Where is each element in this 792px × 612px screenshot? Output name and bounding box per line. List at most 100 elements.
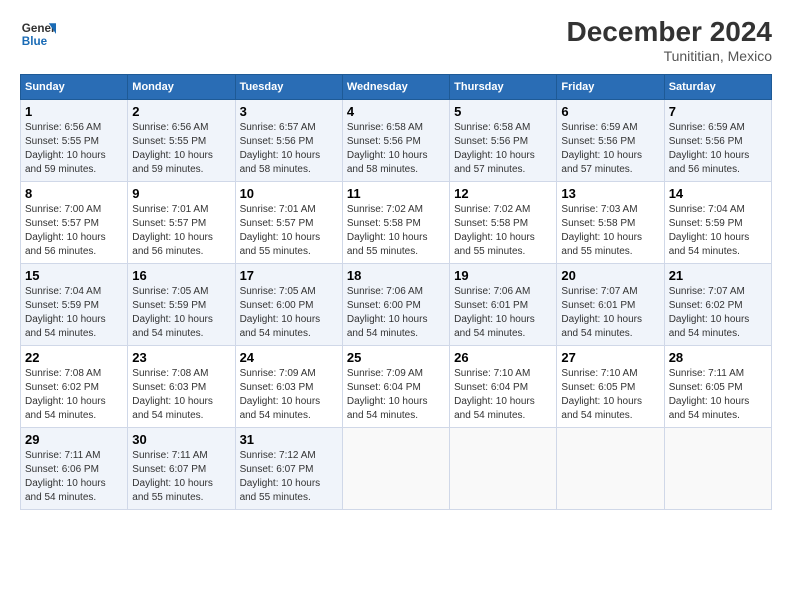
calendar-table: Sunday Monday Tuesday Wednesday Thursday…	[20, 74, 772, 510]
day-number: 21	[669, 268, 767, 283]
day-info: Sunrise: 7:11 AMSunset: 6:07 PMDaylight:…	[132, 450, 213, 503]
table-row	[557, 428, 664, 510]
day-info: Sunrise: 7:04 AMSunset: 5:59 PMDaylight:…	[669, 204, 750, 257]
day-number: 25	[347, 350, 445, 365]
table-row: 2 Sunrise: 6:56 AMSunset: 5:55 PMDayligh…	[128, 100, 235, 182]
col-wednesday: Wednesday	[342, 75, 449, 100]
day-number: 22	[25, 350, 123, 365]
day-number: 28	[669, 350, 767, 365]
day-info: Sunrise: 7:08 AMSunset: 6:02 PMDaylight:…	[25, 368, 106, 421]
col-monday: Monday	[128, 75, 235, 100]
day-info: Sunrise: 6:56 AMSunset: 5:55 PMDaylight:…	[132, 122, 213, 175]
table-row: 21 Sunrise: 7:07 AMSunset: 6:02 PMDaylig…	[664, 264, 771, 346]
day-number: 5	[454, 104, 552, 119]
day-info: Sunrise: 7:07 AMSunset: 6:02 PMDaylight:…	[669, 286, 750, 339]
day-number: 13	[561, 186, 659, 201]
day-info: Sunrise: 7:06 AMSunset: 6:01 PMDaylight:…	[454, 286, 535, 339]
title-area: December 2024 Tunititian, Mexico	[567, 16, 772, 64]
col-thursday: Thursday	[450, 75, 557, 100]
table-row: 5 Sunrise: 6:58 AMSunset: 5:56 PMDayligh…	[450, 100, 557, 182]
col-friday: Friday	[557, 75, 664, 100]
main-title: December 2024	[567, 16, 772, 48]
table-row: 11 Sunrise: 7:02 AMSunset: 5:58 PMDaylig…	[342, 182, 449, 264]
day-number: 15	[25, 268, 123, 283]
table-row: 1 Sunrise: 6:56 AMSunset: 5:55 PMDayligh…	[21, 100, 128, 182]
header: General Blue December 2024 Tunititian, M…	[20, 16, 772, 64]
calendar-week-row: 22 Sunrise: 7:08 AMSunset: 6:02 PMDaylig…	[21, 346, 772, 428]
page: General Blue December 2024 Tunititian, M…	[0, 0, 792, 522]
day-number: 9	[132, 186, 230, 201]
subtitle: Tunititian, Mexico	[567, 48, 772, 64]
logo-icon: General Blue	[20, 16, 56, 52]
calendar-week-row: 1 Sunrise: 6:56 AMSunset: 5:55 PMDayligh…	[21, 100, 772, 182]
logo: General Blue	[20, 16, 56, 52]
table-row	[342, 428, 449, 510]
day-info: Sunrise: 7:11 AMSunset: 6:05 PMDaylight:…	[669, 368, 750, 421]
day-number: 12	[454, 186, 552, 201]
day-number: 6	[561, 104, 659, 119]
table-row: 7 Sunrise: 6:59 AMSunset: 5:56 PMDayligh…	[664, 100, 771, 182]
day-info: Sunrise: 6:57 AMSunset: 5:56 PMDaylight:…	[240, 122, 321, 175]
table-row: 27 Sunrise: 7:10 AMSunset: 6:05 PMDaylig…	[557, 346, 664, 428]
table-row: 24 Sunrise: 7:09 AMSunset: 6:03 PMDaylig…	[235, 346, 342, 428]
day-number: 14	[669, 186, 767, 201]
table-row: 9 Sunrise: 7:01 AMSunset: 5:57 PMDayligh…	[128, 182, 235, 264]
day-info: Sunrise: 7:09 AMSunset: 6:04 PMDaylight:…	[347, 368, 428, 421]
day-info: Sunrise: 7:06 AMSunset: 6:00 PMDaylight:…	[347, 286, 428, 339]
table-row: 25 Sunrise: 7:09 AMSunset: 6:04 PMDaylig…	[342, 346, 449, 428]
day-number: 31	[240, 432, 338, 447]
table-row: 28 Sunrise: 7:11 AMSunset: 6:05 PMDaylig…	[664, 346, 771, 428]
day-number: 26	[454, 350, 552, 365]
day-info: Sunrise: 7:00 AMSunset: 5:57 PMDaylight:…	[25, 204, 106, 257]
day-info: Sunrise: 7:02 AMSunset: 5:58 PMDaylight:…	[347, 204, 428, 257]
table-row: 13 Sunrise: 7:03 AMSunset: 5:58 PMDaylig…	[557, 182, 664, 264]
day-info: Sunrise: 7:02 AMSunset: 5:58 PMDaylight:…	[454, 204, 535, 257]
table-row: 19 Sunrise: 7:06 AMSunset: 6:01 PMDaylig…	[450, 264, 557, 346]
day-info: Sunrise: 6:58 AMSunset: 5:56 PMDaylight:…	[454, 122, 535, 175]
table-row: 10 Sunrise: 7:01 AMSunset: 5:57 PMDaylig…	[235, 182, 342, 264]
calendar-week-row: 8 Sunrise: 7:00 AMSunset: 5:57 PMDayligh…	[21, 182, 772, 264]
col-tuesday: Tuesday	[235, 75, 342, 100]
table-row	[664, 428, 771, 510]
day-info: Sunrise: 7:01 AMSunset: 5:57 PMDaylight:…	[240, 204, 321, 257]
day-number: 8	[25, 186, 123, 201]
day-info: Sunrise: 7:11 AMSunset: 6:06 PMDaylight:…	[25, 450, 106, 503]
table-row: 3 Sunrise: 6:57 AMSunset: 5:56 PMDayligh…	[235, 100, 342, 182]
table-row: 23 Sunrise: 7:08 AMSunset: 6:03 PMDaylig…	[128, 346, 235, 428]
day-number: 18	[347, 268, 445, 283]
col-saturday: Saturday	[664, 75, 771, 100]
col-sunday: Sunday	[21, 75, 128, 100]
day-number: 1	[25, 104, 123, 119]
day-info: Sunrise: 7:10 AMSunset: 6:04 PMDaylight:…	[454, 368, 535, 421]
day-info: Sunrise: 7:12 AMSunset: 6:07 PMDaylight:…	[240, 450, 321, 503]
table-row: 15 Sunrise: 7:04 AMSunset: 5:59 PMDaylig…	[21, 264, 128, 346]
day-info: Sunrise: 7:03 AMSunset: 5:58 PMDaylight:…	[561, 204, 642, 257]
table-row: 20 Sunrise: 7:07 AMSunset: 6:01 PMDaylig…	[557, 264, 664, 346]
table-row: 31 Sunrise: 7:12 AMSunset: 6:07 PMDaylig…	[235, 428, 342, 510]
day-info: Sunrise: 6:58 AMSunset: 5:56 PMDaylight:…	[347, 122, 428, 175]
table-row: 17 Sunrise: 7:05 AMSunset: 6:00 PMDaylig…	[235, 264, 342, 346]
day-number: 16	[132, 268, 230, 283]
day-number: 29	[25, 432, 123, 447]
table-row: 4 Sunrise: 6:58 AMSunset: 5:56 PMDayligh…	[342, 100, 449, 182]
day-number: 2	[132, 104, 230, 119]
day-number: 3	[240, 104, 338, 119]
day-number: 23	[132, 350, 230, 365]
day-info: Sunrise: 7:01 AMSunset: 5:57 PMDaylight:…	[132, 204, 213, 257]
day-number: 7	[669, 104, 767, 119]
day-info: Sunrise: 6:59 AMSunset: 5:56 PMDaylight:…	[669, 122, 750, 175]
table-row: 14 Sunrise: 7:04 AMSunset: 5:59 PMDaylig…	[664, 182, 771, 264]
table-row: 8 Sunrise: 7:00 AMSunset: 5:57 PMDayligh…	[21, 182, 128, 264]
header-row: Sunday Monday Tuesday Wednesday Thursday…	[21, 75, 772, 100]
day-number: 20	[561, 268, 659, 283]
table-row: 16 Sunrise: 7:05 AMSunset: 5:59 PMDaylig…	[128, 264, 235, 346]
day-info: Sunrise: 7:04 AMSunset: 5:59 PMDaylight:…	[25, 286, 106, 339]
svg-text:Blue: Blue	[22, 35, 48, 48]
day-info: Sunrise: 7:09 AMSunset: 6:03 PMDaylight:…	[240, 368, 321, 421]
table-row: 6 Sunrise: 6:59 AMSunset: 5:56 PMDayligh…	[557, 100, 664, 182]
calendar-week-row: 15 Sunrise: 7:04 AMSunset: 5:59 PMDaylig…	[21, 264, 772, 346]
table-row: 30 Sunrise: 7:11 AMSunset: 6:07 PMDaylig…	[128, 428, 235, 510]
calendar-week-row: 29 Sunrise: 7:11 AMSunset: 6:06 PMDaylig…	[21, 428, 772, 510]
day-number: 10	[240, 186, 338, 201]
day-number: 30	[132, 432, 230, 447]
